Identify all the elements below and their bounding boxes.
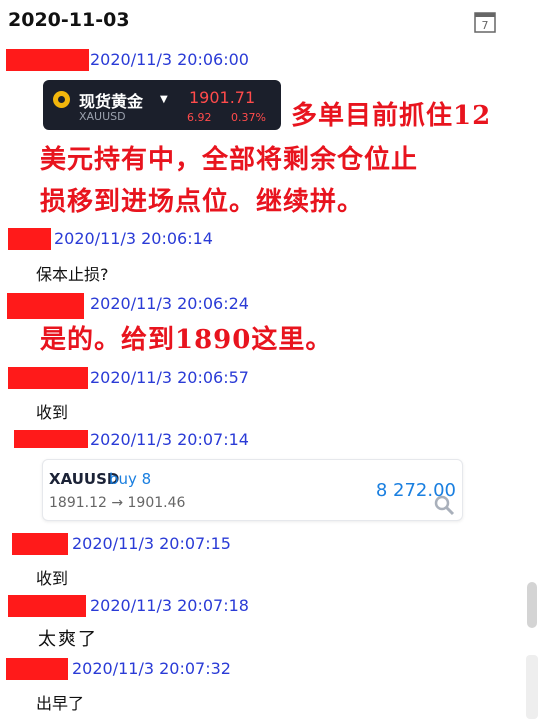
trade-side: buy 8 [109,470,152,488]
trade-price-range: 1891.12 → 1901.46 [49,495,186,511]
calendar-day: 7 [482,19,489,32]
gold-coin-icon [53,91,70,108]
redacted-sender [8,228,51,250]
dropdown-caret-icon[interactable]: ▼ [160,94,168,105]
ticker-price: 1901.71 [189,88,256,107]
redacted-sender [8,367,88,389]
reply-text-line2: 美元持有中，全部将剩余仓位止 [40,145,419,175]
side-handle[interactable] [526,655,538,719]
ticker-name: 现货黄金 [79,92,144,111]
message-timestamp: 2020/11/3 20:07:14 [90,430,249,449]
redacted-sender [12,533,68,555]
ticker-change: 6.92 [187,111,212,124]
message-timestamp: 2020/11/3 20:06:00 [90,50,249,69]
reply-text: 是的。给到1890这里。 [40,325,333,355]
gold-quote-card[interactable]: 现货黄金 ▼ XAUUSD 1901.71 6.92 0.37% [43,80,281,130]
redacted-sender [14,430,88,448]
magnifier-icon[interactable] [433,494,455,516]
reply-text-line3: 损移到进场点位。继续拼。 [40,187,365,217]
message-timestamp: 2020/11/3 20:07:15 [72,534,231,553]
redacted-sender [6,49,89,71]
message-text: 太爽了 [38,629,98,650]
message-text: 收到 [36,569,69,588]
message-text: 出早了 [36,694,85,713]
redacted-sender [7,293,84,319]
date-header: 2020-11-03 [8,9,130,31]
reply-text-line1: 多单目前抓住12 [291,101,492,131]
trade-card[interactable]: XAUUSD buy 8 1891.12 → 1901.46 8 272.00 [42,459,463,521]
ticker-symbol: XAUUSD [79,110,126,123]
redacted-sender [8,595,86,617]
message-timestamp: 2020/11/3 20:06:57 [90,368,249,387]
message-timestamp: 2020/11/3 20:07:32 [72,659,231,678]
ticker-change-percent: 0.37% [231,111,266,124]
message-timestamp: 2020/11/3 20:06:14 [54,229,213,248]
scrollbar-thumb[interactable] [527,582,537,628]
redacted-sender [6,658,68,680]
message-timestamp: 2020/11/3 20:06:24 [90,294,249,313]
message-text: 收到 [36,403,69,422]
message-timestamp: 2020/11/3 20:07:18 [90,596,249,615]
calendar-icon[interactable]: 7 [474,11,496,33]
message-text: 保本止损? [36,265,109,284]
